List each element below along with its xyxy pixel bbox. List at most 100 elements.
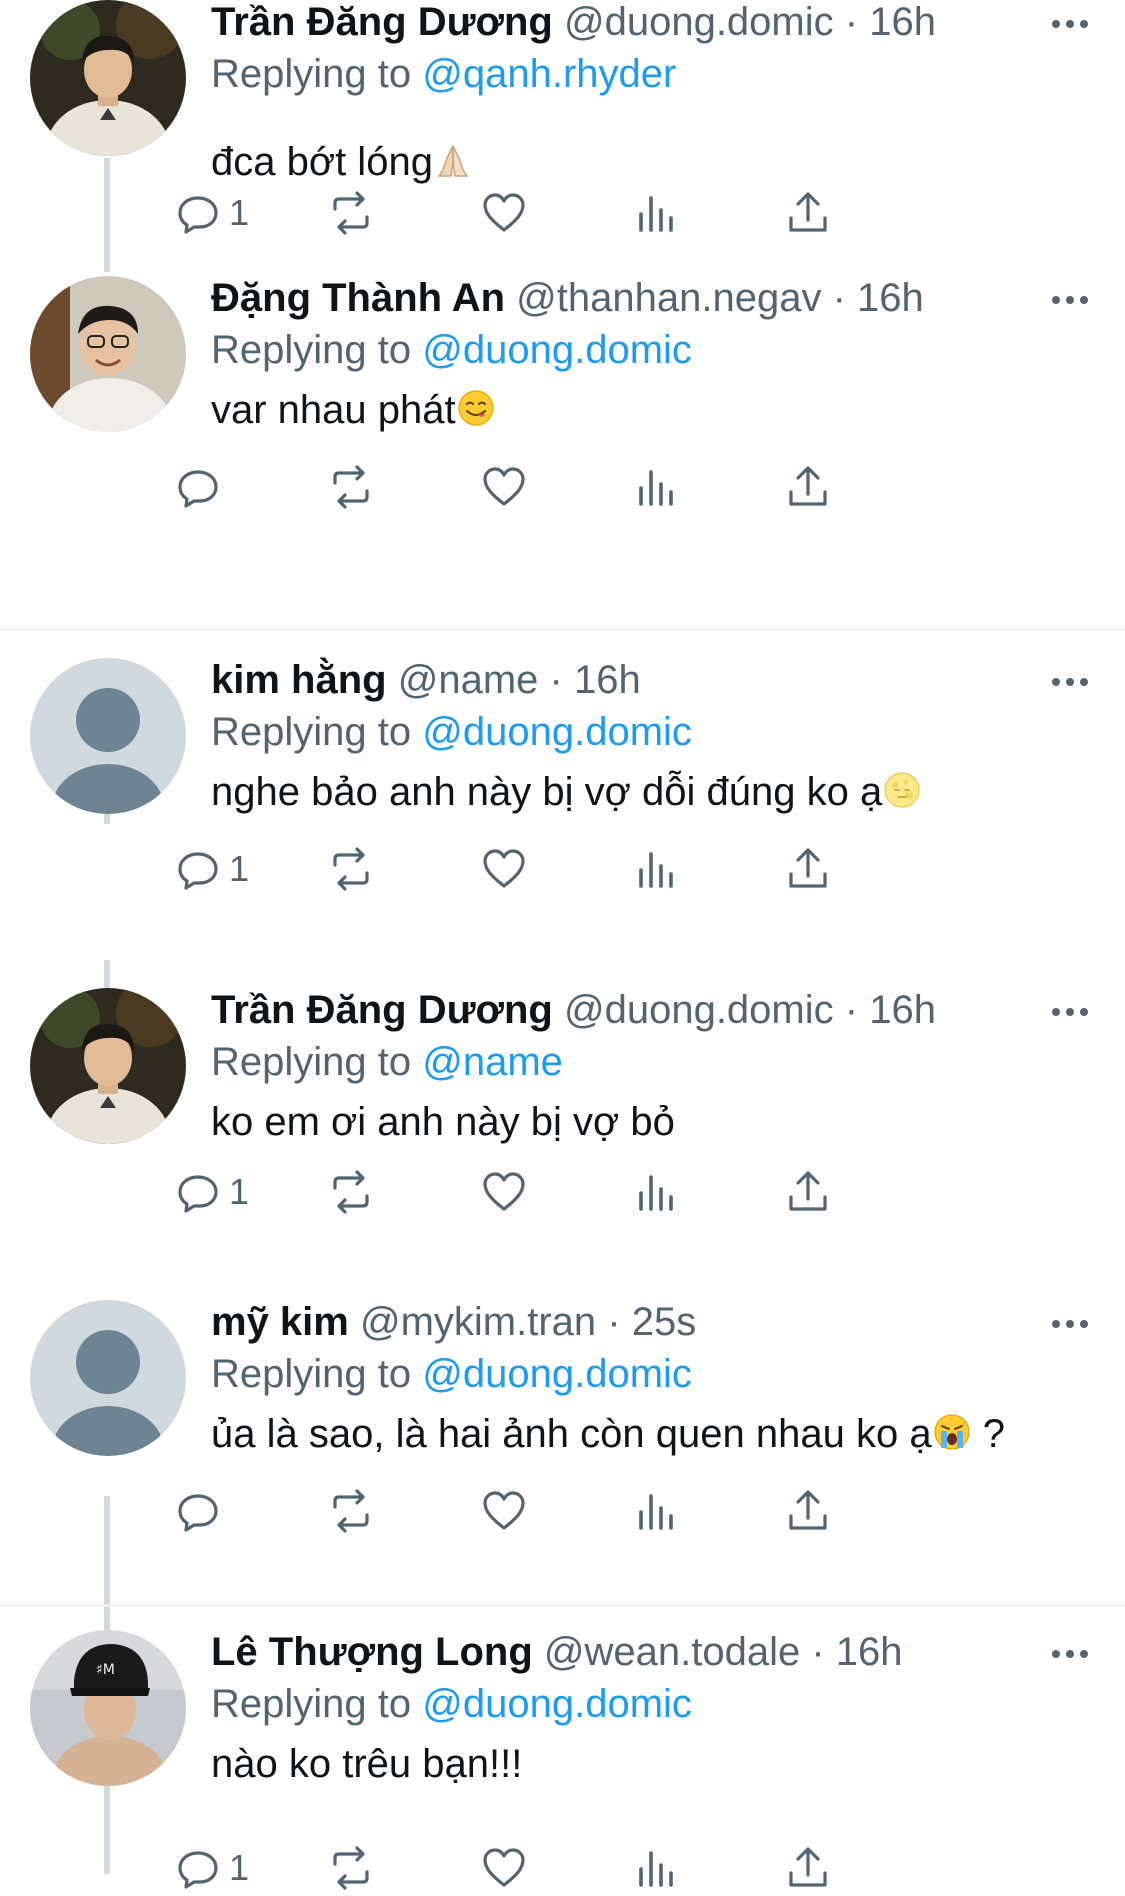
tweet[interactable]: Trần Đăng Dương @duong.domic · 16h Reply…	[0, 0, 1125, 260]
replying-to-handle[interactable]: @duong.domic	[422, 1682, 692, 1726]
retweet-icon	[333, 465, 369, 509]
cap-logo: ♯M	[96, 1662, 115, 1678]
tweet[interactable]: ♯M Lê Thượng Long @wean.todale · 16h Rep…	[0, 1630, 1125, 1890]
tweet-text: nghe bảo anh này bị vợ dỗi đúng ko ạ	[211, 764, 922, 820]
like-button[interactable]	[479, 841, 529, 897]
views-button[interactable]	[631, 1164, 681, 1220]
reply-button[interactable]: 1	[173, 841, 249, 897]
timestamp[interactable]: · 16h	[845, 0, 936, 44]
reply-button[interactable]: 1	[173, 1840, 249, 1896]
default-avatar-icon	[30, 1300, 186, 1456]
replying-to-handle[interactable]: @qanh.rhyder	[422, 52, 676, 96]
replying-to: Replying to @duong.domic	[211, 706, 692, 758]
tweet[interactable]: kim hằng @name · 16h Replying to @duong.…	[0, 658, 1125, 908]
views-button[interactable]	[631, 841, 681, 897]
display-name[interactable]: mỹ kim	[211, 1300, 349, 1344]
like-button[interactable]	[479, 1483, 529, 1539]
retweet-button[interactable]	[326, 1483, 376, 1539]
like-icon	[483, 1848, 525, 1887]
timestamp[interactable]: · 16h	[833, 276, 924, 320]
replying-to-handle[interactable]: @duong.domic	[422, 328, 692, 372]
views-icon	[639, 1175, 673, 1211]
tweet[interactable]: mỹ kim @mykim.tran · 25s Replying to @du…	[0, 1300, 1125, 1550]
replying-to: Replying to @duong.domic	[211, 1678, 692, 1730]
retweet-button[interactable]	[326, 1840, 376, 1896]
views-button[interactable]	[631, 1840, 681, 1896]
tweet[interactable]: Trần Đăng Dương @duong.domic · 16h Reply…	[0, 988, 1125, 1238]
user-handle[interactable]: @duong.domic	[564, 988, 834, 1032]
avatar[interactable]	[30, 0, 186, 156]
retweet-button[interactable]	[326, 841, 376, 897]
share-icon	[789, 1490, 827, 1530]
more-icon[interactable]	[1040, 1304, 1100, 1344]
avatar-photo: ♯M	[30, 1630, 186, 1786]
avatar[interactable]	[30, 1300, 186, 1456]
replying-to-label: Replying to	[211, 1040, 412, 1084]
share-button[interactable]	[783, 1840, 833, 1896]
tweet-text: ủa là sao, là hai ảnh còn quen nhau ko ạ…	[211, 1406, 1005, 1462]
reply-feed: Trần Đăng Dương @duong.domic · 16h Reply…	[0, 0, 1125, 1890]
replying-to-handle[interactable]: @duong.domic	[422, 710, 692, 754]
timestamp[interactable]: · 16h	[811, 1630, 902, 1674]
display-name[interactable]: Đặng Thành An	[211, 276, 505, 320]
share-button[interactable]	[783, 459, 833, 515]
retweet-icon	[333, 847, 369, 891]
reply-count: 1	[229, 1847, 250, 1888]
more-icon[interactable]	[1040, 992, 1100, 1032]
avatar[interactable]: ♯M	[30, 1630, 186, 1786]
share-button[interactable]	[783, 185, 833, 241]
tweet-actions	[178, 459, 1091, 515]
moon-face-emoji	[884, 772, 920, 809]
share-button[interactable]	[783, 1164, 833, 1220]
retweet-button[interactable]	[326, 1164, 376, 1220]
views-icon	[639, 1851, 673, 1887]
user-handle[interactable]: @mykim.tran	[360, 1300, 596, 1344]
reply-count: 1	[229, 1171, 250, 1212]
reply-icon	[178, 1175, 218, 1213]
like-button[interactable]	[479, 1164, 529, 1220]
replying-to-label: Replying to	[211, 328, 412, 372]
user-handle[interactable]: @duong.domic	[564, 0, 834, 44]
reply-button[interactable]: 1	[173, 185, 249, 241]
more-icon[interactable]	[1040, 280, 1100, 320]
display-name[interactable]: Trần Đăng Dương	[211, 988, 553, 1032]
views-button[interactable]	[631, 459, 681, 515]
avatar[interactable]	[30, 988, 186, 1144]
replying-to-label: Replying to	[211, 1352, 412, 1396]
share-button[interactable]	[783, 1483, 833, 1539]
tweet-header: Lê Thượng Long @wean.todale · 16h	[211, 1626, 903, 1678]
display-name[interactable]: kim hằng	[211, 658, 387, 702]
tweet-text: ko em ơi anh này bị vợ bỏ	[211, 1094, 675, 1150]
display-name[interactable]: Lê Thượng Long	[211, 1630, 533, 1674]
display-name[interactable]: Trần Đăng Dương	[211, 0, 553, 44]
views-icon	[639, 852, 673, 888]
reply-button[interactable]	[173, 459, 229, 515]
retweet-button[interactable]	[326, 185, 376, 241]
like-button[interactable]	[479, 459, 529, 515]
tweet-header: Trần Đăng Dương @duong.domic · 16h	[211, 984, 936, 1036]
retweet-button[interactable]	[326, 459, 376, 515]
tweet[interactable]: Đặng Thành An @thanhan.negav · 16h Reply…	[0, 276, 1125, 526]
avatar[interactable]	[30, 658, 186, 814]
user-handle[interactable]: @wean.todale	[544, 1630, 800, 1674]
replying-to-handle[interactable]: @name	[422, 1040, 563, 1084]
timestamp[interactable]: · 16h	[550, 658, 641, 702]
more-icon[interactable]	[1040, 4, 1100, 44]
timestamp[interactable]: · 16h	[845, 988, 936, 1032]
like-button[interactable]	[479, 185, 529, 241]
user-handle[interactable]: @thanhan.negav	[516, 276, 821, 320]
more-icon[interactable]	[1040, 662, 1100, 702]
reply-button[interactable]	[173, 1483, 229, 1539]
avatar[interactable]	[30, 276, 186, 432]
more-icon[interactable]	[1040, 1634, 1100, 1674]
timestamp[interactable]: · 25s	[607, 1300, 696, 1344]
share-button[interactable]	[783, 841, 833, 897]
user-handle[interactable]: @name	[398, 658, 539, 702]
tweet-actions: 1	[178, 185, 1091, 241]
like-button[interactable]	[479, 1840, 529, 1896]
replying-to-handle[interactable]: @duong.domic	[422, 1352, 692, 1396]
tweet-header: Trần Đăng Dương @duong.domic · 16h	[211, 0, 936, 48]
views-button[interactable]	[631, 1483, 681, 1539]
reply-button[interactable]: 1	[173, 1164, 249, 1220]
views-button[interactable]	[631, 185, 681, 241]
